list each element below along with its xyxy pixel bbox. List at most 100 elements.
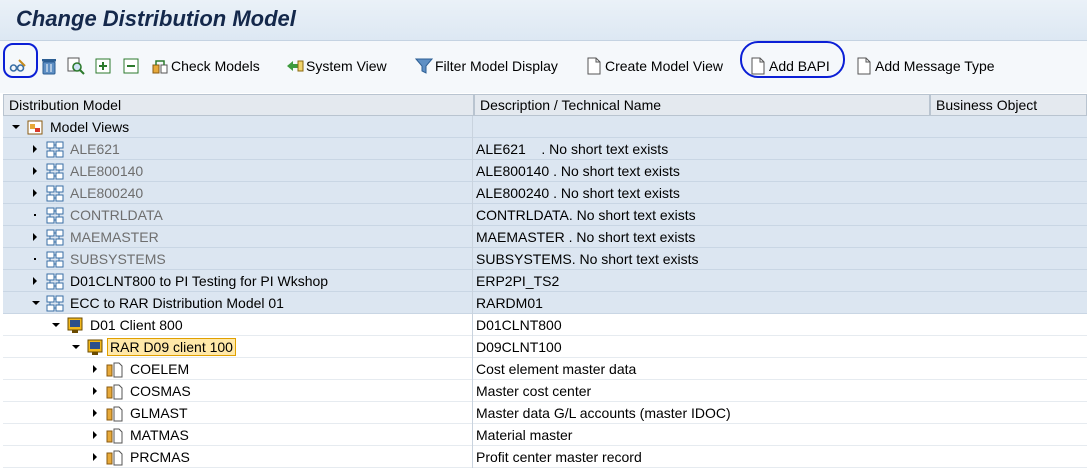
node-description: D01CLNT800 xyxy=(476,317,562,333)
expand-arrow-icon[interactable] xyxy=(33,277,37,285)
tree-row[interactable]: COELEM Cost element master data xyxy=(3,358,1087,380)
tree-row[interactable]: PRCMAS Profit center master record xyxy=(3,446,1087,468)
tree-row[interactable]: ALE800240 ALE800240 . No short text exis… xyxy=(3,182,1087,204)
node-description: Master cost center xyxy=(476,383,592,399)
tree-row[interactable]: D01CLNT800 to PI Testing for PI Wkshop E… xyxy=(3,270,1087,292)
model-view-icon xyxy=(46,229,64,246)
expand-arrow-icon[interactable] xyxy=(93,409,97,417)
check-models-button[interactable]: Check Models xyxy=(151,53,260,79)
expand-arrow-icon[interactable] xyxy=(33,145,37,153)
expand-arrow-icon[interactable] xyxy=(33,233,37,241)
expand-icon xyxy=(95,58,111,74)
node-label: GLMAST xyxy=(130,405,188,421)
expand-all-button[interactable] xyxy=(94,53,114,79)
system-view-label: System View xyxy=(306,58,387,74)
collapse-arrow-icon[interactable] xyxy=(52,323,60,327)
node-label: D01CLNT800 to PI Testing for PI Wkshop xyxy=(70,273,329,289)
new-document-icon xyxy=(857,57,871,75)
tree-row[interactable]: Model Views xyxy=(3,116,1087,138)
filter-icon xyxy=(415,58,433,74)
expand-arrow-icon[interactable] xyxy=(93,387,97,395)
filter-model-display-label: Filter Model Display xyxy=(435,58,558,74)
tree-row[interactable]: ALE621 ALE621 . No short text exists xyxy=(3,138,1087,160)
node-label: Model Views xyxy=(50,119,130,135)
trash-icon xyxy=(42,59,56,75)
expand-arrow-icon[interactable] xyxy=(93,431,97,439)
logical-system-icon xyxy=(67,317,83,333)
tree-row[interactable]: GLMAST Master data G/L accounts (master … xyxy=(3,402,1087,424)
delete-button[interactable] xyxy=(40,53,60,79)
expand-arrow-icon[interactable] xyxy=(93,365,97,373)
node-label: MAEMASTER xyxy=(70,229,159,245)
model-view-icon xyxy=(46,207,64,224)
node-label: ALE800140 xyxy=(70,163,144,179)
node-description: ALE800140 . No short text exists xyxy=(476,163,680,179)
collapse-all-button[interactable] xyxy=(122,53,142,79)
tree-row[interactable]: ALE800140 ALE800140 . No short text exis… xyxy=(3,160,1087,182)
leaf-dot-icon xyxy=(34,214,36,216)
column-header-business-object[interactable]: Business Object xyxy=(930,94,1087,116)
model-views-folder-icon xyxy=(27,120,43,135)
add-message-type-button[interactable]: Add Message Type xyxy=(855,53,995,79)
model-view-icon xyxy=(46,163,64,180)
tree-row[interactable]: SUBSYSTEMS SUBSYSTEMS. No short text exi… xyxy=(3,248,1087,270)
leaf-dot-icon xyxy=(34,258,36,260)
column-header-description[interactable]: Description / Technical Name xyxy=(474,94,930,116)
node-description: Profit center master record xyxy=(476,449,642,465)
distribution-model-tree[interactable]: Distribution Model Description / Technic… xyxy=(3,94,1087,472)
model-view-icon xyxy=(46,251,64,268)
collapse-icon xyxy=(123,58,139,74)
collapse-arrow-icon[interactable] xyxy=(12,125,20,129)
node-description: ALE800240 . No short text exists xyxy=(476,185,680,201)
filter-model-display-button[interactable]: Filter Model Display xyxy=(415,53,558,79)
new-document-icon xyxy=(587,57,601,75)
node-description: Material master xyxy=(476,427,573,443)
logical-system-icon xyxy=(87,339,103,355)
tree-row[interactable]: MATMAS Material master xyxy=(3,424,1087,446)
model-view-icon xyxy=(46,185,64,202)
node-description: RARDM01 xyxy=(476,295,543,311)
message-type-icon xyxy=(106,450,123,466)
system-view-button[interactable]: System View xyxy=(286,53,387,79)
find-button[interactable] xyxy=(67,53,87,79)
node-description: CONTRLDATA. No short text exists xyxy=(476,207,696,223)
node-label: RAR D09 client 100 xyxy=(107,338,236,356)
expand-arrow-icon[interactable] xyxy=(33,167,37,175)
node-label: ALE800240 xyxy=(70,185,144,201)
tree-row[interactable]: MAEMASTER MAEMASTER . No short text exis… xyxy=(3,226,1087,248)
node-label: D01 Client 800 xyxy=(90,317,183,333)
node-description: ALE621 . No short text exists xyxy=(476,141,669,157)
expand-arrow-icon[interactable] xyxy=(33,189,37,197)
magnifier-icon xyxy=(67,57,85,75)
page-title: Change Distribution Model xyxy=(16,6,296,31)
title-bar: Change Distribution Model xyxy=(0,0,1087,41)
node-label: COSMAS xyxy=(130,383,191,399)
create-model-view-label: Create Model View xyxy=(605,58,724,74)
column-header-distribution-model[interactable]: Distribution Model xyxy=(3,94,474,116)
selected-node[interactable]: RAR D09 client 100 xyxy=(107,338,236,356)
node-description: Cost element master data xyxy=(476,361,637,377)
collapse-arrow-icon[interactable] xyxy=(72,345,80,349)
expand-arrow-icon[interactable] xyxy=(93,453,97,461)
node-label: CONTRLDATA xyxy=(70,207,163,223)
tree-row[interactable]: D01 Client 800 D01CLNT800 xyxy=(3,314,1087,336)
message-type-icon xyxy=(106,428,123,444)
add-message-type-label: Add Message Type xyxy=(875,58,995,74)
check-models-icon xyxy=(152,60,168,74)
node-description: D09CLNT100 xyxy=(476,339,562,355)
message-type-icon xyxy=(106,362,123,378)
tree-row[interactable]: ECC to RAR Distribution Model 01 RARDM01 xyxy=(3,292,1087,314)
node-label: SUBSYSTEMS xyxy=(70,251,166,267)
system-view-icon xyxy=(287,60,304,72)
tree-row[interactable]: RAR D09 client 100 D09CLNT100 xyxy=(3,336,1087,358)
node-description: Master data G/L accounts (master IDOC) xyxy=(476,405,731,421)
highlight-circle-add-bapi xyxy=(740,41,845,78)
tree-row[interactable]: COSMAS Master cost center xyxy=(3,380,1087,402)
model-view-icon xyxy=(46,141,64,158)
node-description: SUBSYSTEMS. No short text exists xyxy=(476,251,699,267)
create-model-view-button[interactable]: Create Model View xyxy=(585,53,723,79)
node-description: MAEMASTER . No short text exists xyxy=(476,229,696,245)
tree-row[interactable]: CONTRLDATA CONTRLDATA. No short text exi… xyxy=(3,204,1087,226)
collapse-arrow-icon[interactable] xyxy=(32,301,40,305)
message-type-icon xyxy=(106,384,123,400)
